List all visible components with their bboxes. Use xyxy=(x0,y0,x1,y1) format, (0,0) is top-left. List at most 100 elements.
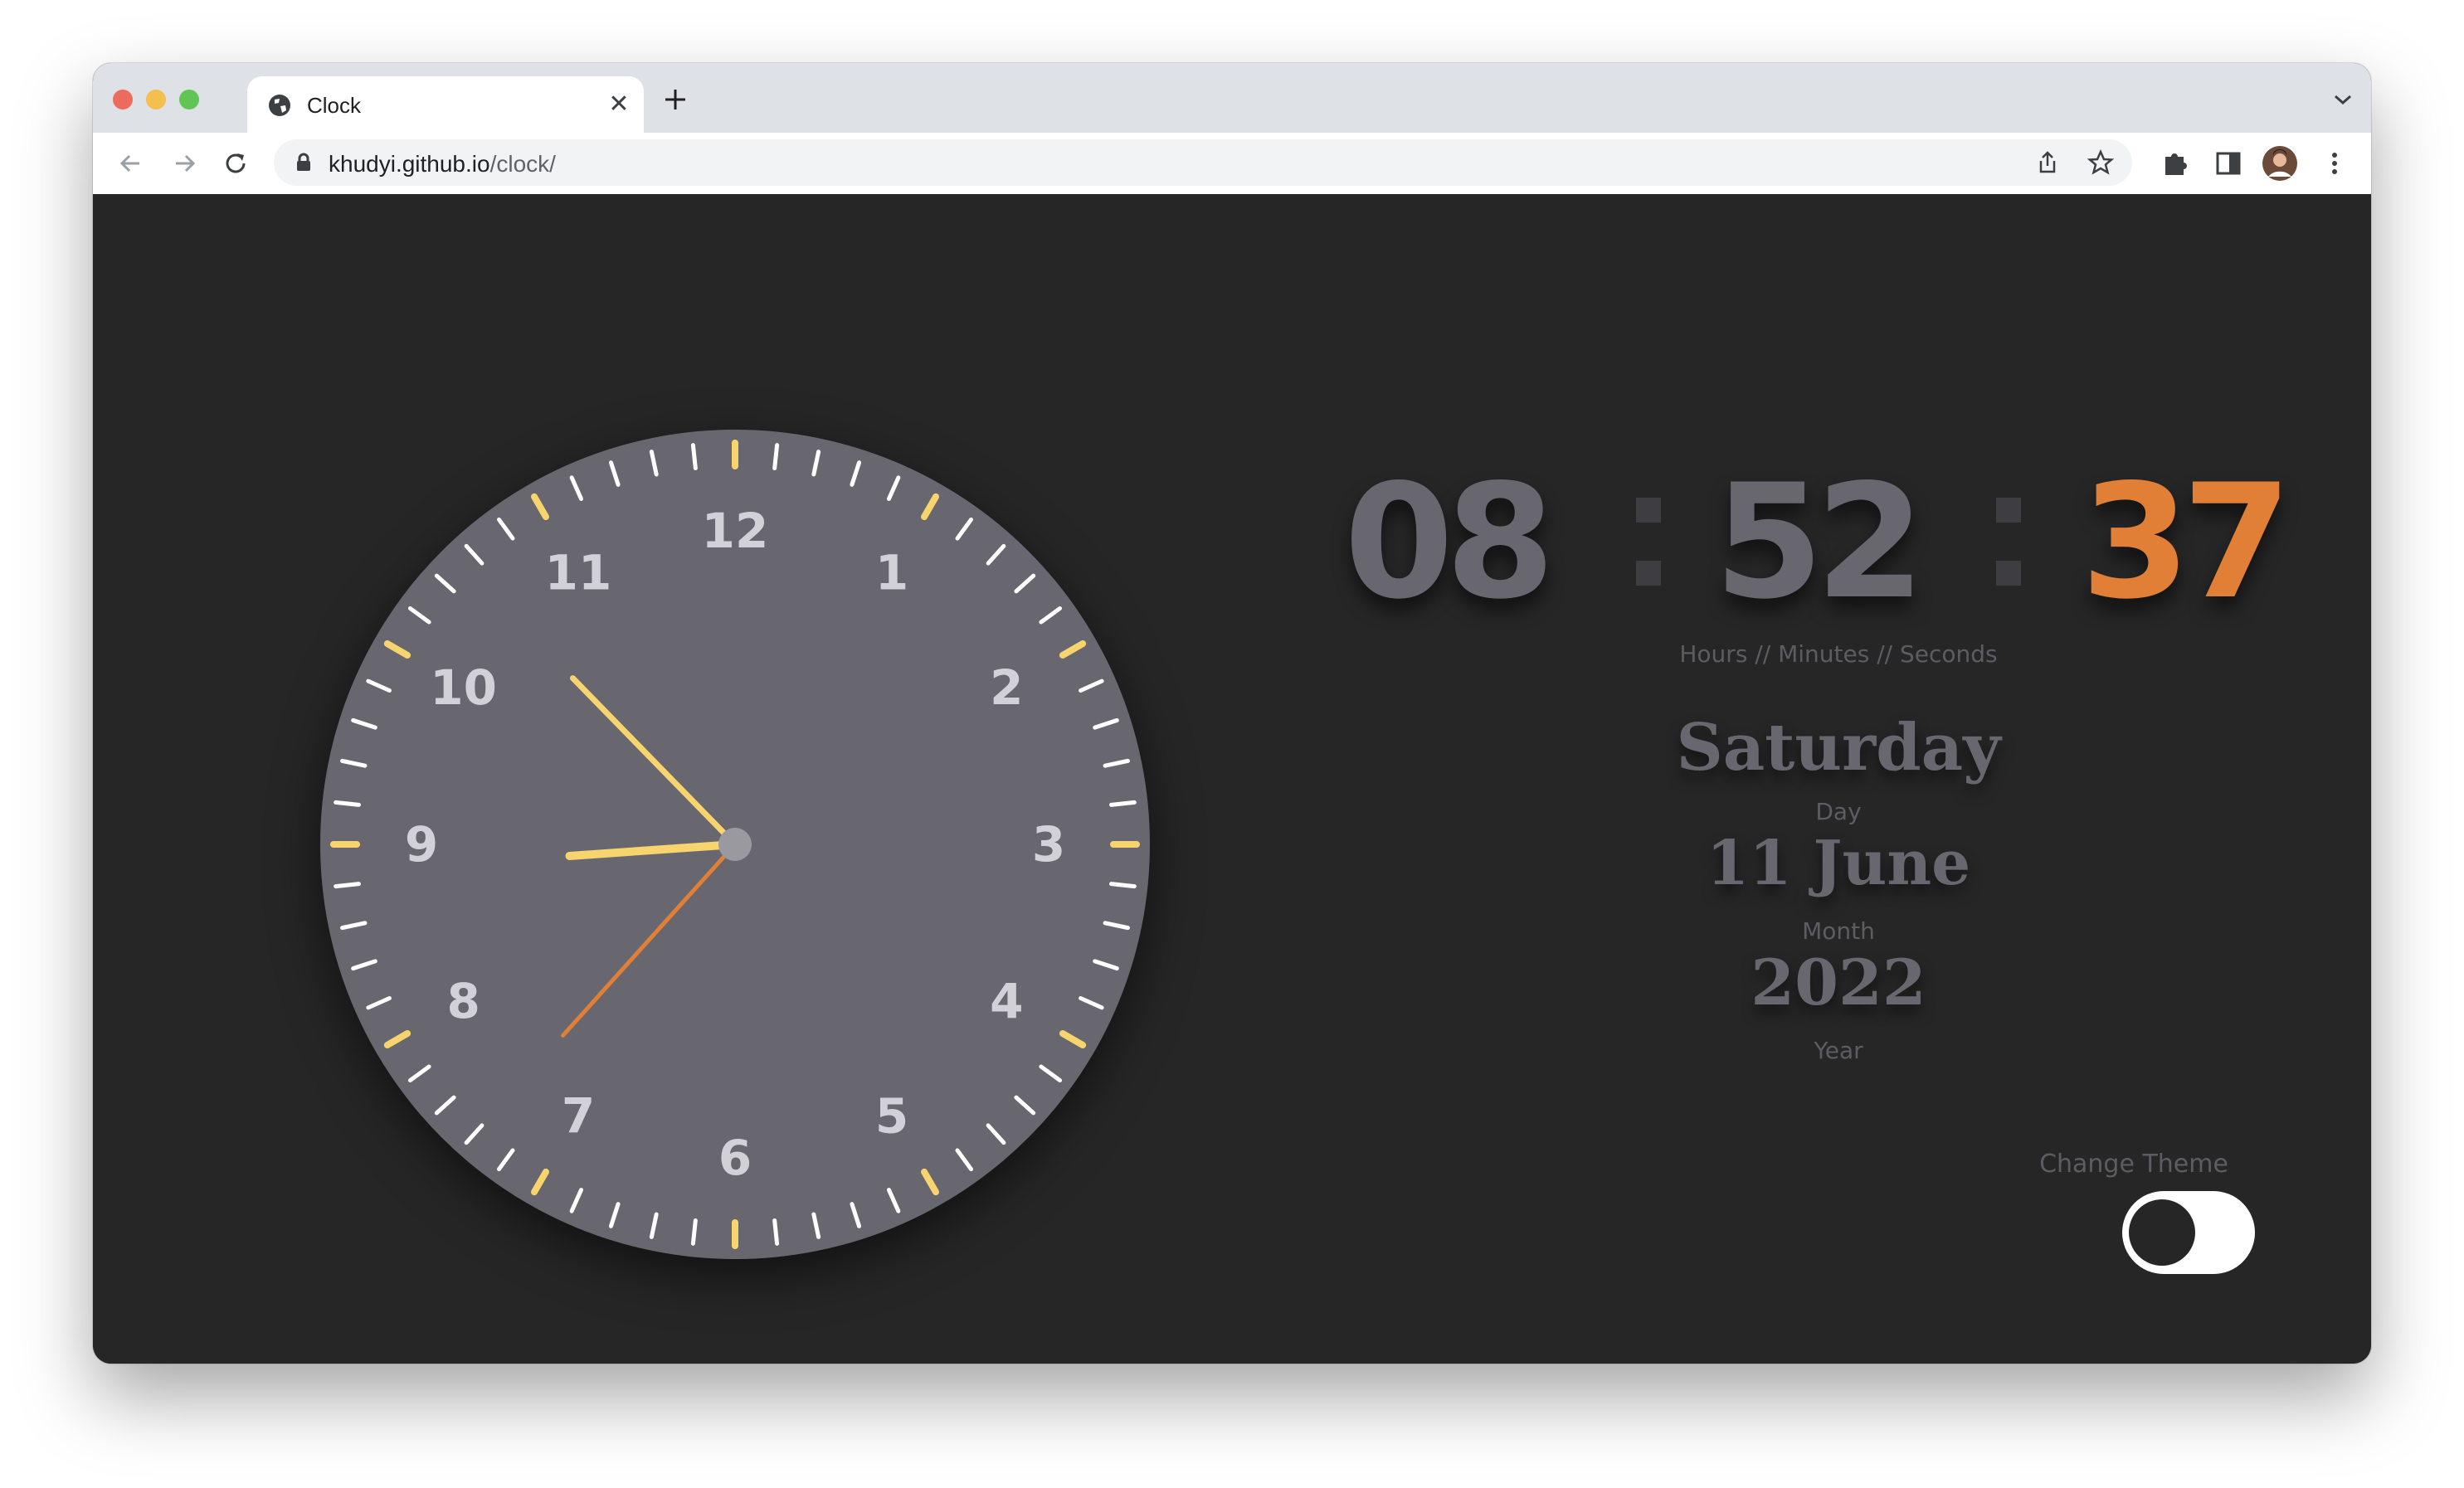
tab-clock[interactable]: Clock ✕ xyxy=(247,76,644,133)
minute-tick xyxy=(334,800,361,807)
hour-tick xyxy=(531,493,549,521)
minute-tick xyxy=(772,443,780,470)
forward-icon[interactable] xyxy=(168,147,201,180)
new-tab-icon[interactable] xyxy=(664,88,687,111)
close-window-button[interactable] xyxy=(113,90,133,109)
share-icon[interactable] xyxy=(2034,149,2061,176)
clock-dial: 121234567891011 xyxy=(330,440,1140,1249)
lock-icon xyxy=(297,153,310,171)
zoom-window-button[interactable] xyxy=(179,90,199,109)
minute-tick xyxy=(850,460,862,487)
year: 2022 xyxy=(1751,946,1926,1019)
minute-tick xyxy=(955,1148,973,1172)
minute-tick xyxy=(351,717,377,730)
change-theme-label: Change Theme xyxy=(2039,1150,2228,1179)
minute-tick xyxy=(464,543,485,566)
address-bar[interactable]: khudyi.github.io/clock/ xyxy=(274,139,2132,186)
separator-dot xyxy=(1996,498,2021,523)
minute-tick xyxy=(569,1188,584,1213)
digital-seconds: 37 xyxy=(2081,450,2291,634)
star-icon[interactable] xyxy=(2087,149,2114,176)
browser-window: Clock ✕ khudyi.github.io/clock/ 12 1 2 3… xyxy=(93,63,2371,1364)
globe-icon xyxy=(269,95,290,116)
minute-tick xyxy=(1109,800,1137,807)
digital-hours: 08 xyxy=(1344,450,1555,634)
date-month: 11 June xyxy=(1706,828,1971,899)
minute-tick xyxy=(1014,1095,1036,1116)
day-name: Saturday xyxy=(1676,710,2001,785)
minute-tick xyxy=(464,1123,485,1145)
url-text[interactable]: khudyi.github.io/clock/ xyxy=(329,151,556,177)
clock-numeral: 8 xyxy=(446,973,480,1029)
minute-tick xyxy=(340,758,368,768)
clock-numeral: 3 xyxy=(1032,816,1065,873)
minute-tick xyxy=(497,517,515,541)
tab-list-icon[interactable] xyxy=(2333,91,2353,108)
tab-title: Clock xyxy=(307,93,362,118)
hour-tick xyxy=(383,640,411,659)
minute-tick xyxy=(811,1212,821,1239)
clock-numeral: 10 xyxy=(430,659,497,716)
second-hand xyxy=(561,842,738,1038)
minute-tick xyxy=(955,517,973,541)
minute-tick xyxy=(690,1218,698,1246)
separator-dot xyxy=(1636,561,1661,586)
clock-numeral: 11 xyxy=(545,545,612,601)
minute-tick xyxy=(1079,995,1104,1010)
day-label: Day xyxy=(1815,798,1862,825)
avatar[interactable] xyxy=(2262,145,2298,182)
minute-tick xyxy=(986,543,1006,566)
minimize-window-button[interactable] xyxy=(146,90,166,109)
minute-tick xyxy=(407,606,431,625)
minute-hand xyxy=(569,675,738,848)
minute-tick xyxy=(334,882,361,889)
clock-numeral: 2 xyxy=(990,659,1023,716)
digital-minutes: 52 xyxy=(1714,450,1925,634)
minute-tick xyxy=(886,475,901,501)
clock-numeral: 1 xyxy=(875,545,908,601)
minute-tick xyxy=(850,1202,862,1228)
minute-tick xyxy=(569,475,584,501)
reload-icon[interactable] xyxy=(219,147,252,180)
toolbar: khudyi.github.io/clock/ xyxy=(93,133,2371,196)
minute-tick xyxy=(340,921,368,931)
minute-tick xyxy=(690,443,698,470)
sidepanel-icon[interactable] xyxy=(2212,147,2245,180)
minute-tick xyxy=(351,959,377,971)
hour-tick xyxy=(921,1168,939,1196)
minute-tick xyxy=(1014,573,1036,594)
hour-hand xyxy=(565,840,739,860)
separator-dot xyxy=(1996,561,2021,586)
extensions-icon[interactable] xyxy=(2159,147,2192,180)
minute-tick xyxy=(407,1064,431,1082)
clock-numeral: 4 xyxy=(990,973,1023,1029)
theme-toggle[interactable] xyxy=(2122,1191,2255,1274)
minute-tick xyxy=(986,1123,1006,1145)
minute-tick xyxy=(1103,758,1130,768)
year-label: Year xyxy=(1814,1037,1863,1064)
minute-tick xyxy=(434,1095,456,1116)
minute-tick xyxy=(1109,882,1137,889)
close-icon[interactable]: ✕ xyxy=(604,90,634,119)
month-label: Month xyxy=(1802,917,1875,945)
clock-numeral: 7 xyxy=(562,1087,595,1144)
back-icon[interactable] xyxy=(114,147,148,180)
hour-tick xyxy=(921,493,939,521)
menu-icon[interactable] xyxy=(2318,147,2351,180)
clock-numeral: 5 xyxy=(875,1087,908,1144)
clock-center-pin xyxy=(718,828,752,861)
digital-clock: 08 52 37 xyxy=(1344,460,2328,625)
minute-tick xyxy=(649,1212,659,1239)
minute-tick xyxy=(1093,717,1119,730)
clock-numeral: 6 xyxy=(718,1130,752,1186)
minute-tick xyxy=(608,1202,621,1228)
hour-tick xyxy=(1059,640,1087,659)
minute-tick xyxy=(1039,606,1063,625)
time-caption: Hours // Minutes // Seconds xyxy=(1679,640,1998,668)
toggle-knob[interactable] xyxy=(2129,1199,2195,1266)
hour-tick xyxy=(1059,1030,1087,1048)
tab-strip: Clock ✕ xyxy=(93,63,2371,133)
minute-tick xyxy=(886,1188,901,1213)
hour-tick xyxy=(383,1030,411,1048)
page-content: 12 1 2 3 4 5 6 7 8 9 10 11 08 52 37 Hours // Minute… xyxy=(93,194,2371,1364)
